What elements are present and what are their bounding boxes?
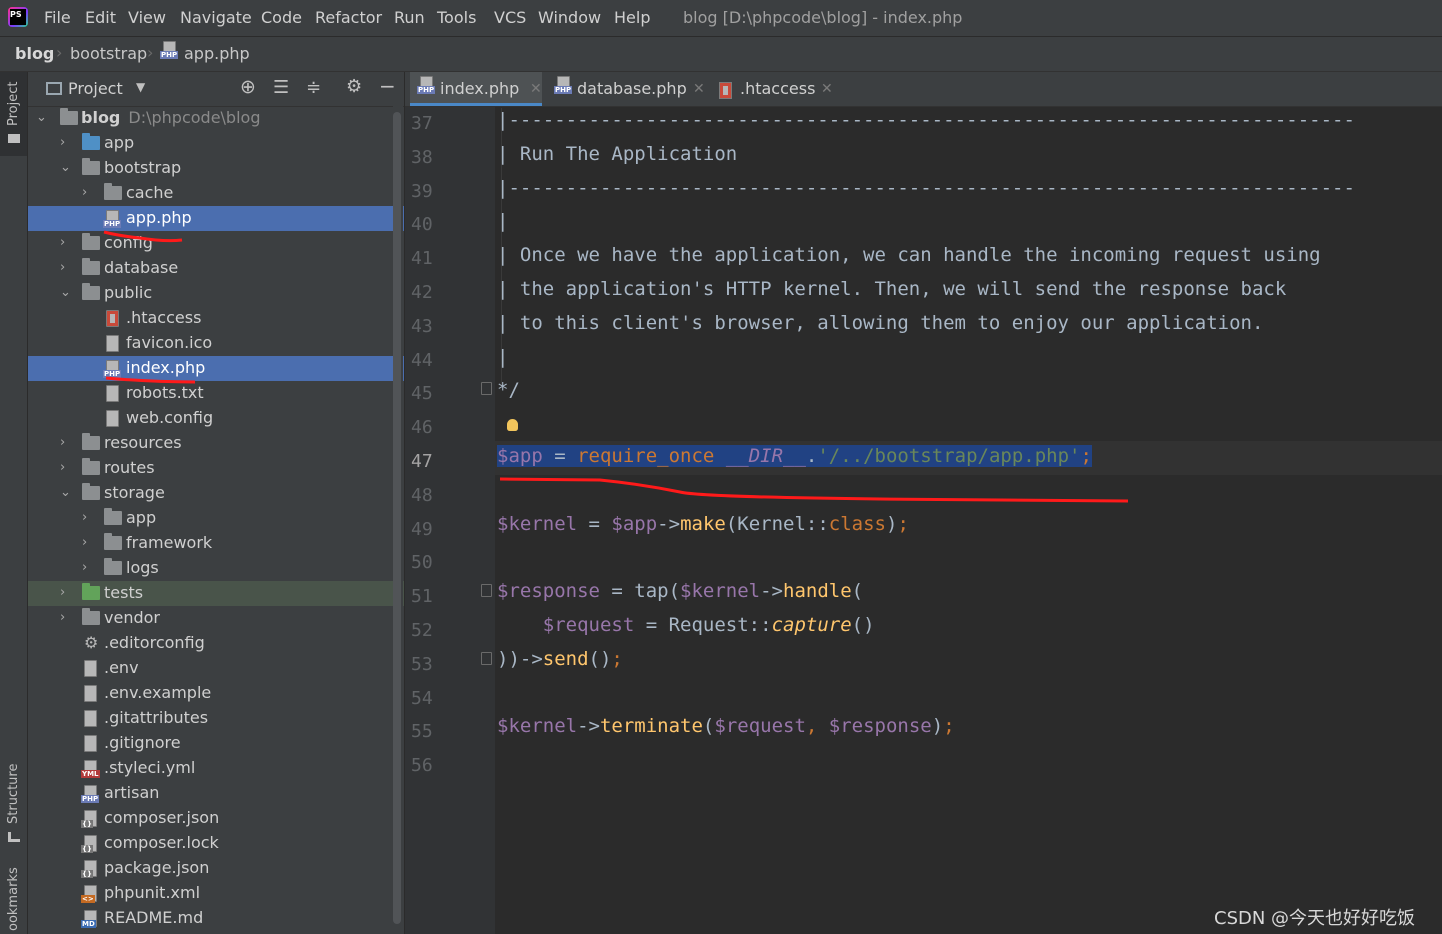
annotation-underline — [103, 230, 183, 243]
annotation-overlay — [103, 230, 1129, 503]
annotation-underline — [105, 376, 196, 384]
annotation-underline — [499, 477, 1129, 503]
watermark: CSDN @今天也好好吃饭 — [1214, 908, 1416, 929]
